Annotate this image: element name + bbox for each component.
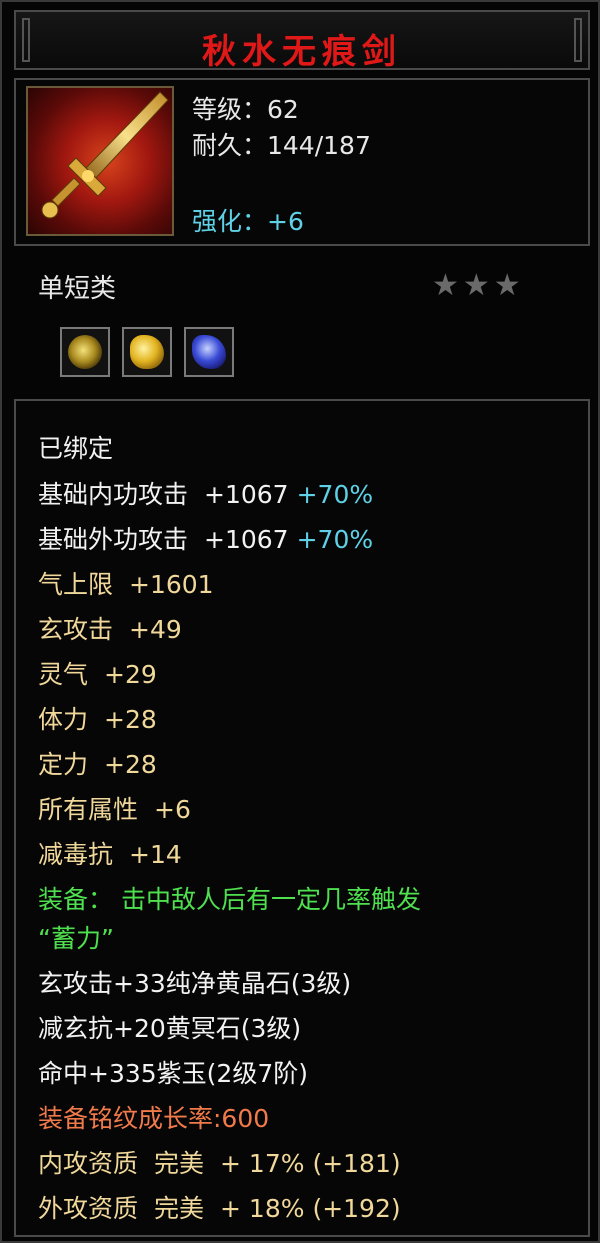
gem-bonus-1: 玄攻击+33纯净黄晶石(3级) — [38, 969, 352, 998]
stat-label: 所有属性 — [38, 795, 139, 824]
stat-all-attributes: 所有属性 +6 — [38, 790, 191, 826]
gem-bonus-2: 减玄抗+20黄冥石(3级) — [38, 1014, 302, 1043]
stat-value: +6 — [154, 795, 191, 824]
item-name: 秋水无痕剑 — [202, 32, 402, 72]
stat-label: 玄攻击 — [38, 615, 114, 644]
stats-panel: 已绑定 基础内功攻击 +1067 +70% 基础外功攻击 +1067 +70% 气上限 +… — [14, 399, 590, 1237]
stat-stamina: 体力 +28 — [38, 700, 157, 736]
stat-focus: 定力 +28 — [38, 745, 157, 781]
quality-label: 外攻资质 — [38, 1194, 139, 1223]
quality-grade: 完美 — [154, 1194, 205, 1223]
stat-value: +14 — [129, 840, 182, 869]
round-gold-gem-icon — [68, 335, 102, 369]
stat-value: +28 — [104, 750, 157, 779]
stat-value: +1067 — [204, 525, 289, 554]
item-type: 单短类 — [38, 274, 117, 304]
item-tooltip: 秋水无痕剑 等级：62 耐久：144/187 强化：+6 单短类 ★★★ 已绑定… — [0, 0, 600, 1243]
quality-label: 内攻资质 — [38, 1149, 139, 1178]
star-rating-icon: ★★★ — [432, 268, 525, 303]
stat-qi-limit: 气上限 +1601 — [38, 565, 214, 601]
stat-value: +28 — [104, 705, 157, 734]
stat-label: 气上限 — [38, 570, 114, 599]
stat-percent: +70% — [296, 525, 374, 554]
item-level: 等级：62 — [192, 95, 299, 124]
stat-label: 减毒抗 — [38, 840, 114, 869]
quality-value: + 18% (+192) — [220, 1194, 401, 1223]
item-header: 等级：62 耐久：144/187 强化：+6 — [14, 78, 590, 246]
inner-quality: 内攻资质 完美 + 17% (+181) — [38, 1144, 401, 1180]
stat-value: +1601 — [129, 570, 214, 599]
outer-quality: 外攻资质 完美 + 18% (+192) — [38, 1189, 401, 1225]
gem-slot-1[interactable] — [60, 327, 110, 377]
stat-spirit: 灵气 +29 — [38, 655, 157, 691]
quality-grade: 完美 — [154, 1149, 205, 1178]
growth-rate: 装备铭纹成长率:600 — [38, 1104, 270, 1133]
bound-status: 已绑定 — [38, 434, 114, 463]
stat-label: 灵气 — [38, 660, 89, 689]
gem-slot-2[interactable] — [122, 327, 172, 377]
sword-icon — [26, 86, 174, 236]
stat-value: +29 — [104, 660, 157, 689]
purple-jade-gem-icon — [192, 335, 226, 369]
stat-value: +1067 — [204, 480, 289, 509]
stat-xuan-attack: 玄攻击 +49 — [38, 610, 182, 646]
yellow-crystal-gem-icon — [130, 335, 164, 369]
equip-effect: 装备： 击中敌人后有一定几率触发 — [38, 885, 421, 914]
stat-label: 基础内功攻击 — [38, 480, 189, 509]
item-durability: 耐久：144/187 — [192, 131, 371, 160]
equip-effect-name: “蓄力” — [38, 924, 114, 953]
stat-percent: +70% — [296, 480, 374, 509]
quality-value: + 17% (+181) — [220, 1149, 401, 1178]
stat-outer-attack: 基础外功攻击 +1067 +70% — [38, 520, 373, 556]
gem-bonus-3: 命中+335紫玉(2级7阶) — [38, 1059, 308, 1088]
stat-label: 定力 — [38, 750, 89, 779]
stat-label: 基础外功攻击 — [38, 525, 189, 554]
gem-slot-3[interactable] — [184, 327, 234, 377]
stat-value: +49 — [129, 615, 182, 644]
stat-label: 体力 — [38, 705, 89, 734]
title-bar: 秋水无痕剑 — [14, 10, 590, 72]
item-enhance: 强化：+6 — [192, 207, 304, 236]
stat-poison-resist: 减毒抗 +14 — [38, 835, 182, 871]
stat-inner-attack: 基础内功攻击 +1067 +70% — [38, 475, 373, 511]
